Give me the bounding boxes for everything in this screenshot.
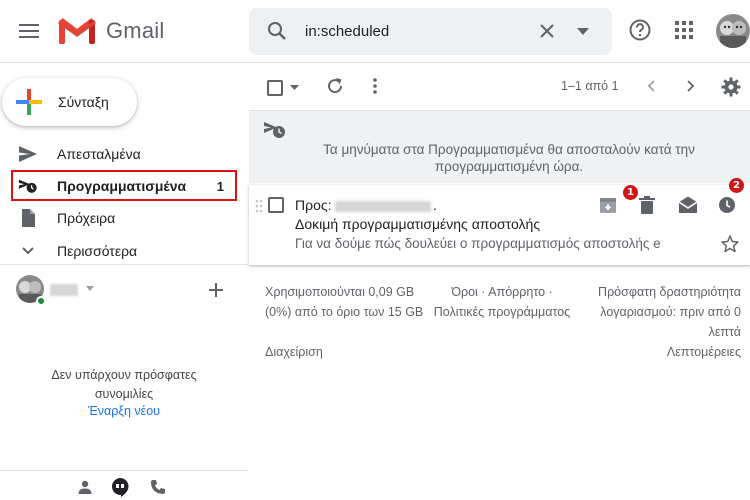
search-icon[interactable] bbox=[267, 21, 287, 41]
recipient-label: Προς: bbox=[295, 197, 332, 213]
sidebar-item-label: Πρόχειρα bbox=[57, 210, 116, 226]
star-icon[interactable] bbox=[721, 235, 739, 253]
select-all-checkbox[interactable] bbox=[267, 80, 283, 96]
chevron-down-icon bbox=[22, 247, 34, 255]
dropdown-icon[interactable] bbox=[86, 286, 94, 291]
gmail-logo[interactable]: Gmail bbox=[58, 15, 164, 47]
start-new-link[interactable]: Έναρξη νέου bbox=[0, 404, 248, 418]
dropdown-icon[interactable] bbox=[577, 28, 589, 35]
main-menu-button[interactable] bbox=[14, 16, 44, 46]
email-snippet: Για να δούμε πώς δουλεύει ο προγραμματισ… bbox=[295, 236, 661, 251]
sidebar-item-sent[interactable]: Απεσταλμένα bbox=[0, 139, 240, 169]
avatar-image bbox=[716, 14, 750, 48]
email-row[interactable]: Προς: . Δοκιμή προγραμματισμένης αποστολ… bbox=[249, 178, 750, 265]
snooze-icon[interactable] bbox=[718, 196, 736, 214]
send-icon bbox=[19, 146, 37, 162]
hangouts-bottom-bar bbox=[0, 470, 248, 500]
clear-icon[interactable] bbox=[537, 21, 557, 41]
account-activity: Πρόσφατη δραστηριότητα λογαριασμού: πριν… bbox=[598, 285, 741, 339]
chevron-left-icon[interactable] bbox=[645, 79, 659, 93]
help-icon[interactable] bbox=[629, 19, 651, 41]
refresh-icon[interactable] bbox=[326, 77, 344, 95]
brand-name: Gmail bbox=[106, 18, 165, 43]
archive-icon[interactable] bbox=[599, 196, 617, 214]
draft-icon bbox=[22, 209, 35, 227]
dropdown-icon[interactable] bbox=[290, 85, 299, 90]
account-avatar[interactable] bbox=[716, 14, 750, 48]
sidebar-item-drafts[interactable]: Πρόχειρα bbox=[0, 203, 240, 233]
phone-icon[interactable] bbox=[150, 479, 166, 495]
apps-icon[interactable] bbox=[675, 21, 693, 39]
sidebar-item-more[interactable]: Περισσότερα bbox=[0, 236, 240, 266]
highlight-annotation bbox=[11, 170, 237, 201]
row-checkbox[interactable] bbox=[268, 197, 284, 213]
banner-text: Τα μηνύματα στα Προγραμματισμένα θα αποσ… bbox=[323, 142, 695, 174]
drag-handle-icon[interactable] bbox=[255, 199, 263, 213]
pagination-range: 1–1 από 1 bbox=[561, 79, 619, 93]
top-header: Gmail bbox=[0, 0, 750, 63]
gear-icon[interactable] bbox=[721, 77, 741, 97]
redacted-name bbox=[50, 284, 78, 296]
chevron-right-icon[interactable] bbox=[683, 79, 697, 93]
plus-icon bbox=[16, 89, 42, 115]
details-link[interactable]: Λεπτομέρειες bbox=[579, 342, 741, 362]
no-conversations-text: Δεν υπάρχουν πρόσφατες συνομιλίες bbox=[51, 368, 197, 401]
manage-storage-link[interactable]: Διαχείριση bbox=[265, 342, 323, 362]
storage-usage: Χρησιμοποιούνται 0,09 GB (0%) από το όρι… bbox=[265, 285, 424, 319]
gmail-app: Gmail in:scheduled Σύνταξη Απεσταλμένα Π… bbox=[0, 0, 750, 500]
gmail-logo-icon bbox=[58, 18, 96, 44]
scheduled-info-banner: Τα μηνύματα στα Προγραμματισμένα θα αποσ… bbox=[249, 111, 750, 183]
recipient-suffix: . bbox=[433, 197, 437, 213]
email-subject: Δοκιμή προγραμματισμένης αποστολής bbox=[295, 216, 541, 232]
compose-button[interactable]: Σύνταξη bbox=[2, 78, 137, 126]
trash-icon[interactable] bbox=[639, 196, 655, 214]
compose-label: Σύνταξη bbox=[58, 94, 109, 110]
menu-icon bbox=[19, 24, 39, 38]
annotation-badge-1: 1 bbox=[623, 185, 638, 200]
terms-privacy-links[interactable]: Όροι · Απόρρητο · Πολιτικές προγράμματος bbox=[427, 282, 577, 322]
more-vert-icon[interactable] bbox=[366, 77, 384, 95]
search-input[interactable] bbox=[305, 20, 525, 42]
online-status-dot bbox=[36, 296, 46, 306]
sidebar-item-label: Απεσταλμένα bbox=[57, 146, 141, 162]
sidebar-item-label: Περισσότερα bbox=[57, 243, 138, 259]
redacted-recipient bbox=[335, 201, 431, 212]
scheduled-icon bbox=[264, 122, 285, 138]
divider bbox=[0, 264, 248, 265]
person-icon[interactable] bbox=[78, 480, 92, 494]
mail-toolbar: 1–1 από 1 bbox=[249, 63, 750, 111]
annotation-badge-2: 2 bbox=[729, 178, 744, 193]
plus-icon[interactable] bbox=[208, 282, 224, 298]
search-bar bbox=[249, 8, 612, 55]
mark-read-icon[interactable] bbox=[678, 196, 698, 214]
hangouts-icon[interactable] bbox=[111, 478, 129, 498]
